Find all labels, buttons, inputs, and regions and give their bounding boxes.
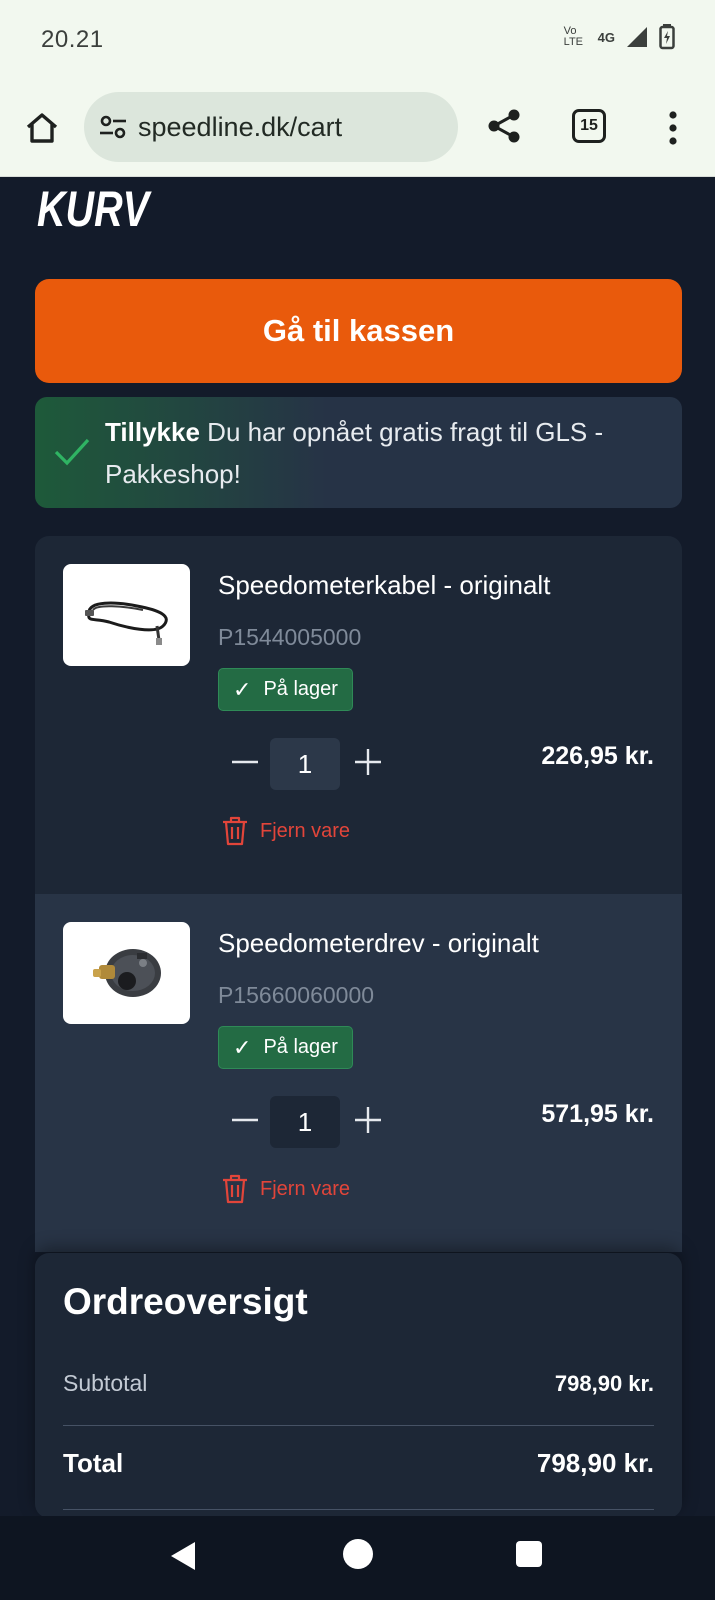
speedometer-drive-image (92, 949, 161, 997)
order-summary: Ordreoversigt Subtotal 798,90 kr. Total … (35, 1253, 682, 1518)
subtotal-row: Subtotal 798,90 kr. (63, 1370, 654, 1397)
minus-icon (232, 760, 258, 764)
increase-quantity-button[interactable] (348, 742, 388, 782)
cart-item: Speedometerkabel - originalt P1544005000… (35, 536, 682, 894)
browser-toolbar: speedline.dk/cart 15 (0, 80, 715, 177)
divider (63, 1425, 654, 1426)
trash-icon (223, 1174, 247, 1204)
total-row: Total 798,90 kr. (63, 1448, 654, 1479)
free-shipping-notice: Tillykke Du har opnået gratis fragt til … (35, 397, 682, 508)
status-time: 20.21 (41, 26, 104, 53)
quantity-field[interactable]: 1 (270, 738, 340, 790)
remove-item-label: Fjern vare (260, 819, 351, 842)
total-label: Total (63, 1448, 124, 1478)
home-nav-icon[interactable] (343, 1539, 373, 1569)
status-bar: 20.21 Vo LTE 4G (0, 0, 715, 80)
quantity-field[interactable]: 1 (270, 1096, 340, 1148)
product-image[interactable] (63, 564, 190, 666)
decrease-quantity-button[interactable] (225, 1100, 265, 1140)
decrease-quantity-button[interactable] (225, 742, 265, 782)
address-bar[interactable]: speedline.dk/cart (84, 92, 458, 162)
home-icon[interactable] (22, 108, 62, 148)
svg-text:KURV: KURV (37, 182, 152, 234)
remove-item-button[interactable]: Fjern vare (222, 1174, 350, 1204)
kurv-logo: KURV (37, 182, 152, 234)
system-navigation-bar (0, 1516, 715, 1600)
minus-icon (232, 1118, 258, 1122)
share-icon[interactable] (484, 106, 524, 146)
product-image[interactable] (63, 922, 190, 1024)
notice-text: Tillykke Du har opnået gratis fragt til … (105, 411, 665, 495)
total-value: 798,90 kr. (536, 1448, 654, 1478)
cart-items-card: Speedometerkabel - originalt P1544005000… (35, 536, 682, 1252)
product-sku: P15660060000 (218, 982, 375, 1008)
stock-badge: ✓ På lager (218, 668, 353, 711)
notice-strong: Tillykke (105, 417, 200, 447)
remove-item-label: Fjern vare (260, 1177, 351, 1200)
product-price: 571,95 kr. (541, 1100, 654, 1128)
recents-icon[interactable] (516, 1541, 542, 1567)
url-text: speedline.dk/cart (138, 111, 343, 142)
network-type-label: 4G (597, 29, 615, 45)
more-options-icon[interactable] (660, 108, 686, 148)
stock-label: På lager (263, 678, 338, 700)
remove-item-button[interactable]: Fjern vare (222, 816, 350, 846)
subtotal-value: 798,90 kr. (554, 1370, 654, 1396)
order-summary-title: Ordreoversigt (63, 1281, 308, 1322)
speedometer-cable-image (84, 601, 168, 645)
plus-icon (355, 749, 381, 775)
product-name[interactable]: Speedometerkabel - originalt (218, 570, 550, 601)
divider (63, 1509, 654, 1510)
volte-label: Vo LTE (563, 25, 584, 48)
increase-quantity-button[interactable] (348, 1100, 388, 1140)
battery-icon (659, 24, 675, 50)
product-price: 226,95 kr. (541, 742, 654, 770)
product-sku: P1544005000 (218, 624, 362, 650)
plus-icon (355, 1107, 381, 1133)
back-icon[interactable] (168, 1540, 198, 1572)
site-settings-icon[interactable] (98, 112, 128, 142)
check-icon: ✓ (233, 676, 252, 702)
trash-icon (223, 816, 247, 846)
checkmark-icon (54, 438, 90, 466)
stock-label: På lager (263, 1036, 338, 1058)
status-icons: Vo LTE 4G (564, 24, 675, 50)
subtotal-label: Subtotal (63, 1370, 148, 1396)
stock-badge: ✓ På lager (218, 1026, 353, 1069)
tab-switcher-button[interactable]: 15 (572, 109, 606, 143)
product-name[interactable]: Speedometerdrev - originalt (218, 928, 539, 959)
signal-icon (627, 27, 647, 47)
cart-item: Speedometerdrev - originalt P15660060000… (35, 894, 682, 1252)
checkout-button[interactable]: Gå til kassen (35, 279, 682, 383)
check-icon: ✓ (233, 1034, 252, 1060)
